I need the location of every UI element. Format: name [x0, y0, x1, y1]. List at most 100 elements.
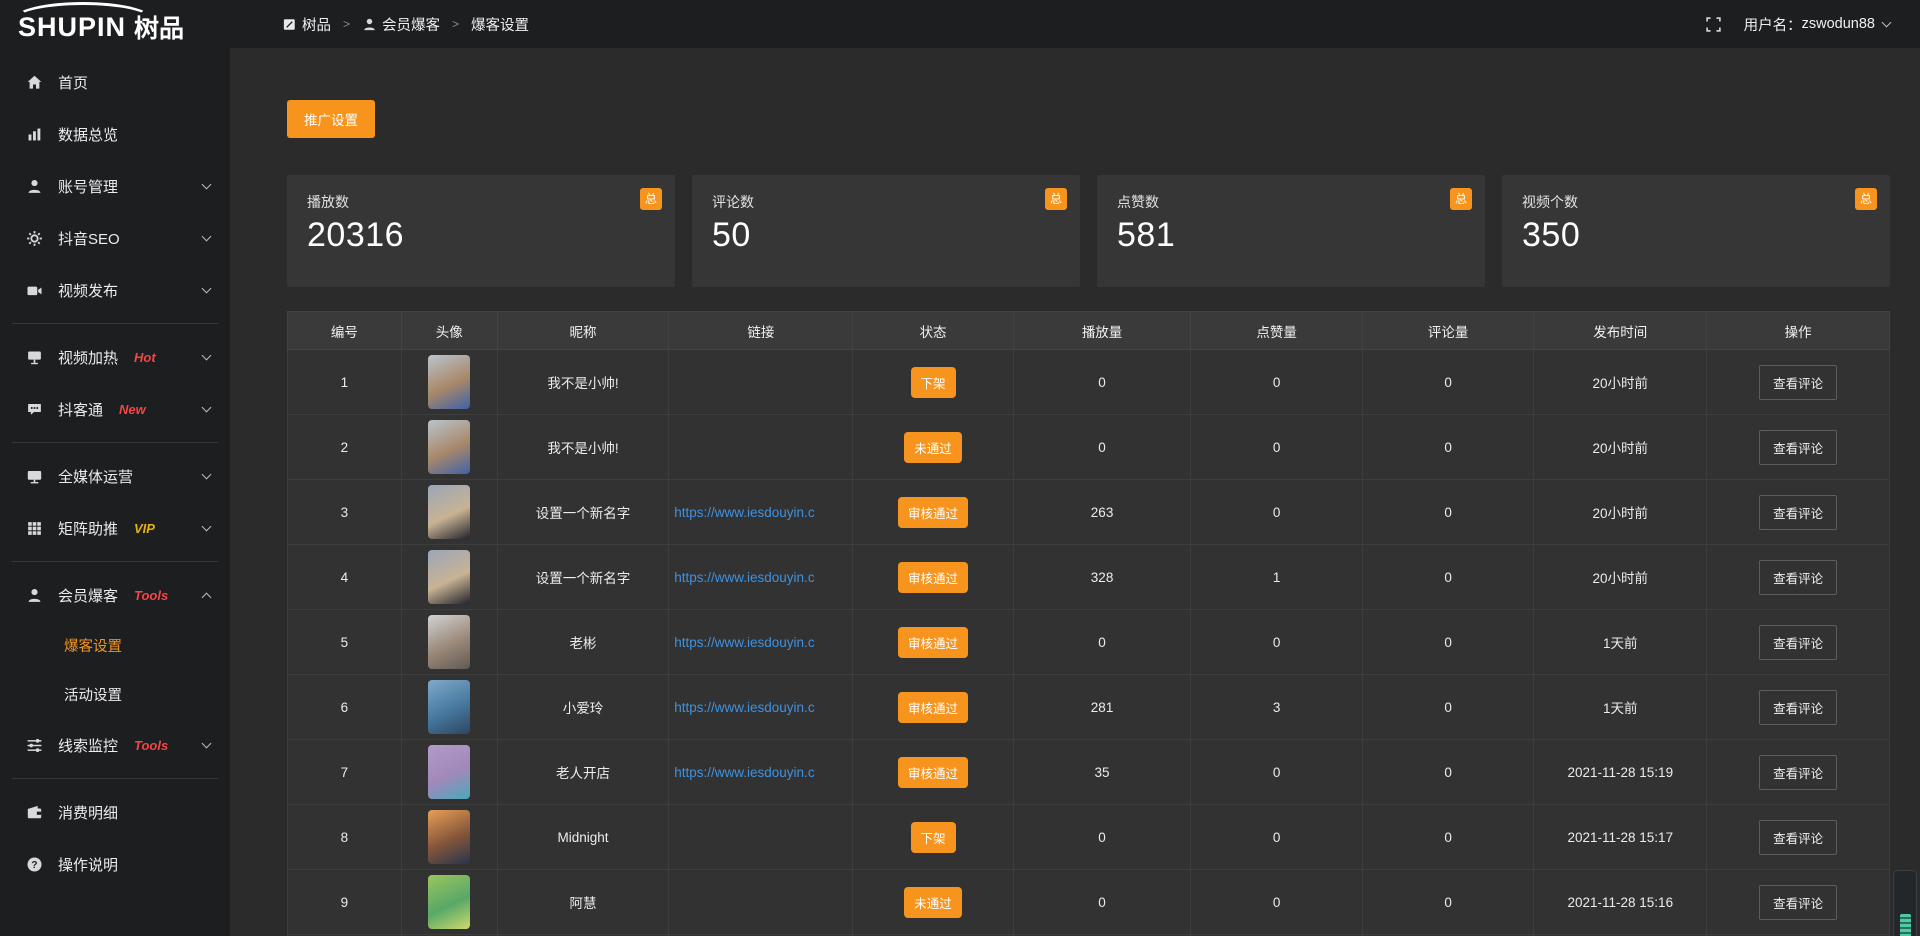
total-badge: 总: [1450, 188, 1472, 210]
view-comments-button[interactable]: 查看评论: [1759, 365, 1837, 400]
view-comments-button[interactable]: 查看评论: [1759, 560, 1837, 595]
view-comments-button[interactable]: 查看评论: [1759, 885, 1837, 920]
row-id: 3: [288, 480, 402, 545]
stat-card-comments: 评论数 50 总: [692, 175, 1080, 287]
sidebar-item-矩阵助推[interactable]: 矩阵助推 VIP: [0, 502, 230, 554]
likes-count: 0: [1191, 870, 1362, 935]
sidebar-item-抖音SEO[interactable]: 抖音SEO: [0, 212, 230, 264]
sidebar-subitem-活动设置[interactable]: 活动设置: [0, 670, 230, 719]
status-badge[interactable]: 未通过: [904, 432, 962, 463]
status-badge[interactable]: 未通过: [904, 887, 962, 918]
sidebar-item-账号管理[interactable]: 账号管理: [0, 160, 230, 212]
user-menu[interactable]: 用户名： zswodun88: [1744, 14, 1890, 35]
sidebar-item-线索监控[interactable]: 线索监控 Tools: [0, 719, 230, 771]
sidebar-item-消费明细[interactable]: 消费明细: [0, 786, 230, 838]
fullscreen-icon[interactable]: [1705, 16, 1722, 33]
sidebar-item-label: 线索监控: [58, 735, 118, 756]
plays-count: 0: [1013, 350, 1191, 415]
breadcrumb-item-section[interactable]: 会员爆客: [362, 14, 440, 35]
stat-cards: 播放数 20316 总 评论数 50 总 点赞数 581 总 视频个数 350 …: [287, 175, 1890, 287]
stat-label: 视频个数: [1522, 192, 1870, 212]
publish-time: 20小时前: [1534, 415, 1707, 480]
sidebar-item-label: 全媒体运营: [58, 466, 133, 487]
chevron-down-icon: [202, 470, 212, 480]
username-label: 用户名：: [1744, 14, 1802, 35]
plays-count: 0: [1013, 870, 1191, 935]
main-content: 推广设置 播放数 20316 总 评论数 50 总 点赞数 581 总 视频个数…: [230, 48, 1920, 936]
avatar: [428, 355, 470, 409]
avatar: [428, 485, 470, 539]
comments-count: 0: [1362, 610, 1533, 675]
sidebar-item-label: 数据总览: [58, 124, 118, 145]
topbar-right: 用户名： zswodun88: [1705, 14, 1920, 35]
document-icon: [282, 17, 297, 32]
row-id: 8: [288, 805, 402, 870]
sidebar-item-视频加热[interactable]: 视频加热 Hot: [0, 331, 230, 383]
video-link[interactable]: https://www.iesdouyin.c: [674, 635, 850, 650]
stat-card-videos: 视频个数 350 总: [1502, 175, 1890, 287]
stat-label: 播放数: [307, 192, 655, 212]
breadcrumb: 树品 > 会员爆客 > 爆客设置: [282, 14, 529, 35]
nickname: 我不是小帅!: [497, 350, 668, 415]
publish-time: 2021-11-28 15:19: [1534, 740, 1707, 805]
nickname: Midnight: [497, 805, 668, 870]
view-comments-button[interactable]: 查看评论: [1759, 495, 1837, 530]
status-badge[interactable]: 审核通过: [898, 562, 968, 593]
breadcrumb-item-home[interactable]: 树品: [282, 14, 331, 35]
scroll-indicator[interactable]: [1893, 870, 1917, 936]
sidebar-item-视频发布[interactable]: 视频发布: [0, 264, 230, 316]
video-link[interactable]: https://www.iesdouyin.c: [674, 700, 850, 715]
status-badge[interactable]: 审核通过: [898, 692, 968, 723]
sidebar-item-badge: New: [119, 402, 146, 417]
status-badge[interactable]: 审核通过: [898, 627, 968, 658]
avatar: [428, 745, 470, 799]
view-comments-button[interactable]: 查看评论: [1759, 625, 1837, 660]
plays-count: 0: [1013, 415, 1191, 480]
chevron-down-icon: [202, 284, 212, 294]
video-camera-icon: [26, 282, 43, 299]
plays-count: 281: [1013, 675, 1191, 740]
view-comments-button[interactable]: 查看评论: [1759, 690, 1837, 725]
table-row: 1 我不是小帅! 下架 0 0 0 20小时前 查看评论: [288, 350, 1890, 415]
likes-count: 0: [1191, 805, 1362, 870]
sidebar-item-抖客通[interactable]: 抖客通 New: [0, 383, 230, 435]
promotion-settings-button[interactable]: 推广设置: [287, 100, 375, 138]
breadcrumb-label: 爆客设置: [471, 14, 529, 35]
plays-count: 263: [1013, 480, 1191, 545]
sidebar-item-全媒体运营[interactable]: 全媒体运营: [0, 450, 230, 502]
sidebar-item-label: 矩阵助推: [58, 518, 118, 539]
publish-time: 1天前: [1534, 675, 1707, 740]
likes-count: 0: [1191, 740, 1362, 805]
sidebar-subitem-爆客设置[interactable]: 爆客设置: [0, 621, 230, 670]
sliders-icon: [26, 737, 43, 754]
status-badge[interactable]: 下架: [911, 367, 956, 398]
table-row: 4 设置一个新名字 https://www.iesdouyin.c 审核通过 3…: [288, 545, 1890, 610]
status-badge[interactable]: 审核通过: [898, 497, 968, 528]
sidebar-item-badge: Hot: [134, 350, 156, 365]
breadcrumb-label: 树品: [302, 14, 331, 35]
sidebar-item-数据总览[interactable]: 数据总览: [0, 108, 230, 160]
video-link[interactable]: https://www.iesdouyin.c: [674, 505, 850, 520]
row-id: 9: [288, 870, 402, 935]
status-badge[interactable]: 下架: [911, 822, 956, 853]
user-icon: [26, 178, 43, 195]
avatar: [428, 550, 470, 604]
monitor-icon: [26, 468, 43, 485]
sidebar-item-操作说明[interactable]: ? 操作说明: [0, 838, 230, 890]
chevron-down-icon: [202, 522, 212, 532]
sidebar-item-label: 抖音SEO: [58, 228, 120, 249]
view-comments-button[interactable]: 查看评论: [1759, 755, 1837, 790]
view-comments-button[interactable]: 查看评论: [1759, 430, 1837, 465]
sidebar-item-label: 视频加热: [58, 347, 118, 368]
nickname: 老彬: [497, 610, 668, 675]
sidebar-item-会员爆客[interactable]: 会员爆客 Tools: [0, 569, 230, 621]
nickname: 我不是小帅!: [497, 415, 668, 480]
sidebar-item-首页[interactable]: 首页: [0, 56, 230, 108]
status-badge[interactable]: 审核通过: [898, 757, 968, 788]
view-comments-button[interactable]: 查看评论: [1759, 820, 1837, 855]
avatar: [428, 875, 470, 929]
comments-count: 0: [1362, 675, 1533, 740]
brand-logo[interactable]: SHUPIN 树品: [0, 0, 230, 48]
video-link[interactable]: https://www.iesdouyin.c: [674, 765, 850, 780]
video-link[interactable]: https://www.iesdouyin.c: [674, 570, 850, 585]
